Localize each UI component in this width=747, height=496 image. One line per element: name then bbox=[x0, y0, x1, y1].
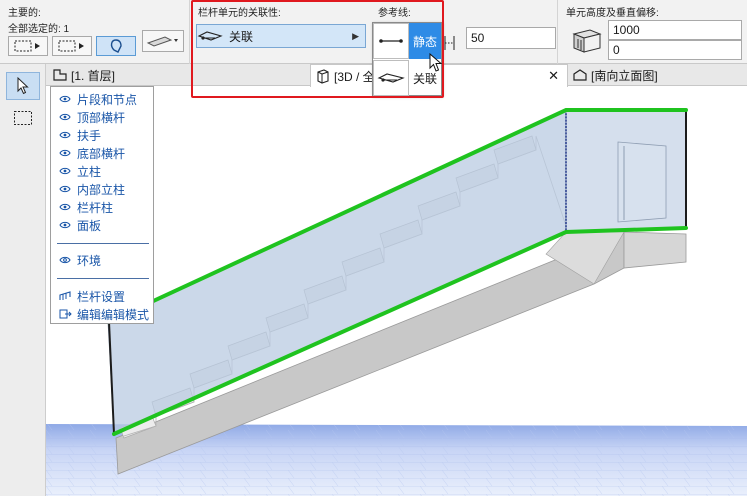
eye-outline-icon bbox=[59, 256, 73, 264]
unit-height-input[interactable]: 1000 bbox=[608, 20, 742, 40]
eye-icon bbox=[59, 149, 73, 157]
height-title: 单元高度及垂直偏移: bbox=[566, 8, 659, 19]
vertical-offset-input[interactable]: 0 bbox=[608, 40, 742, 60]
marquee-tool-icon bbox=[14, 111, 32, 125]
menu-item-environment[interactable]: 环境 bbox=[51, 251, 153, 269]
selected-count: 全部选定的: 1 bbox=[8, 24, 70, 35]
layer-icon bbox=[146, 36, 178, 47]
edit-mode-icon bbox=[59, 309, 73, 319]
menu-item-label: 片段和节点 bbox=[77, 92, 138, 107]
menu-item-handrail[interactable]: 扶手 bbox=[51, 126, 153, 144]
menu-item-label: 扶手 bbox=[77, 128, 102, 143]
eye-icon bbox=[59, 131, 73, 139]
dotted-select-icon bbox=[14, 40, 40, 52]
association-dropdown[interactable]: 关联 ▶ bbox=[196, 24, 366, 48]
toolbox bbox=[0, 64, 46, 496]
selection-method-button[interactable] bbox=[8, 36, 48, 56]
menu-item-inner-post[interactable]: 内部立柱 bbox=[51, 180, 153, 198]
menu-item-railing-settings[interactable]: 栏杆设置 bbox=[51, 287, 153, 305]
main-section: 主要的: 全部选定的: 1 bbox=[0, 0, 190, 64]
offset-icon bbox=[444, 36, 455, 50]
floor-plan-icon bbox=[53, 69, 67, 81]
menu-item-label: 立柱 bbox=[77, 164, 102, 179]
mouse-cursor-icon bbox=[429, 53, 443, 72]
menu-item-label: 编辑编辑模式 bbox=[77, 307, 150, 322]
railing-context-menu: 片段和节点 顶部横杆 扶手 底部横杆 立柱 内部立柱 栏杆柱 面板 环境 栏杆设… bbox=[50, 86, 154, 324]
menu-divider bbox=[57, 278, 149, 279]
railing-settings-icon bbox=[59, 291, 73, 301]
menu-item-label: 内部立柱 bbox=[77, 182, 126, 197]
arrow-tool[interactable] bbox=[6, 72, 40, 100]
eye-icon bbox=[59, 203, 73, 211]
tab-floor-plan-label: [1. 首层] bbox=[71, 68, 116, 83]
main-title: 主要的: bbox=[8, 8, 41, 19]
static-line-icon bbox=[373, 23, 409, 59]
marquee-select-button[interactable] bbox=[52, 36, 92, 56]
associative-line-icon bbox=[373, 60, 409, 96]
menu-item-top-rail[interactable]: 顶部横杆 bbox=[51, 108, 153, 126]
eye-icon bbox=[59, 167, 73, 175]
eye-icon bbox=[59, 95, 73, 103]
arrow-cursor-icon bbox=[17, 77, 29, 95]
menu-item-post[interactable]: 立柱 bbox=[51, 162, 153, 180]
layer-button[interactable] bbox=[142, 30, 184, 52]
eye-icon bbox=[59, 221, 73, 229]
eye-icon bbox=[59, 113, 73, 121]
menu-divider bbox=[57, 243, 149, 244]
menu-item-label: 面板 bbox=[77, 218, 102, 233]
menu-item-segments-nodes[interactable]: 片段和节点 bbox=[51, 90, 153, 108]
chevron-right-icon: ▶ bbox=[352, 30, 359, 41]
association-value: 关联 bbox=[229, 29, 254, 44]
close-icon[interactable]: ✕ bbox=[548, 68, 559, 84]
offset-input[interactable]: 50 bbox=[466, 27, 556, 49]
marquee-icon bbox=[58, 40, 84, 52]
associative-rail-icon bbox=[197, 31, 223, 41]
menu-item-label: 底部横杆 bbox=[77, 146, 126, 161]
magic-wand-icon bbox=[110, 39, 122, 53]
menu-item-panel[interactable]: 面板 bbox=[51, 216, 153, 234]
reference-line-title: 参考线: bbox=[378, 8, 411, 19]
menu-item-label: 栏杆柱 bbox=[77, 200, 114, 215]
3d-view-icon bbox=[317, 69, 329, 84]
menu-item-edit-mode[interactable]: 编辑编辑模式 bbox=[51, 305, 153, 323]
marquee-tool[interactable] bbox=[6, 104, 40, 132]
landing-glass-panels bbox=[565, 109, 687, 233]
height-offset-icon bbox=[572, 29, 602, 53]
menu-item-baluster[interactable]: 栏杆柱 bbox=[51, 198, 153, 216]
menu-item-label: 顶部横杆 bbox=[77, 110, 126, 125]
association-title: 栏杆单元的关联性: bbox=[198, 8, 281, 19]
tab-south-elevation[interactable]: [南向立面图] bbox=[568, 64, 747, 86]
tab-south-elevation-label: [南向立面图] bbox=[591, 68, 658, 83]
tab-floor-plan[interactable]: [1. 首层] bbox=[48, 64, 248, 86]
magic-wand-button[interactable] bbox=[96, 36, 136, 56]
eye-icon bbox=[59, 185, 73, 193]
menu-item-label: 环境 bbox=[77, 253, 102, 268]
menu-item-bottom-rail[interactable]: 底部横杆 bbox=[51, 144, 153, 162]
reference-line-popup: 静态 关联 bbox=[372, 22, 443, 96]
menu-item-label: 栏杆设置 bbox=[77, 289, 126, 304]
height-section: 单元高度及垂直偏移: 1000 0 bbox=[558, 0, 747, 64]
association-section: 栏杆单元的关联性: 关联 ▶ bbox=[190, 0, 370, 64]
elevation-icon bbox=[573, 69, 587, 81]
tab-3d-view-label: [3D / 全 bbox=[334, 69, 375, 84]
